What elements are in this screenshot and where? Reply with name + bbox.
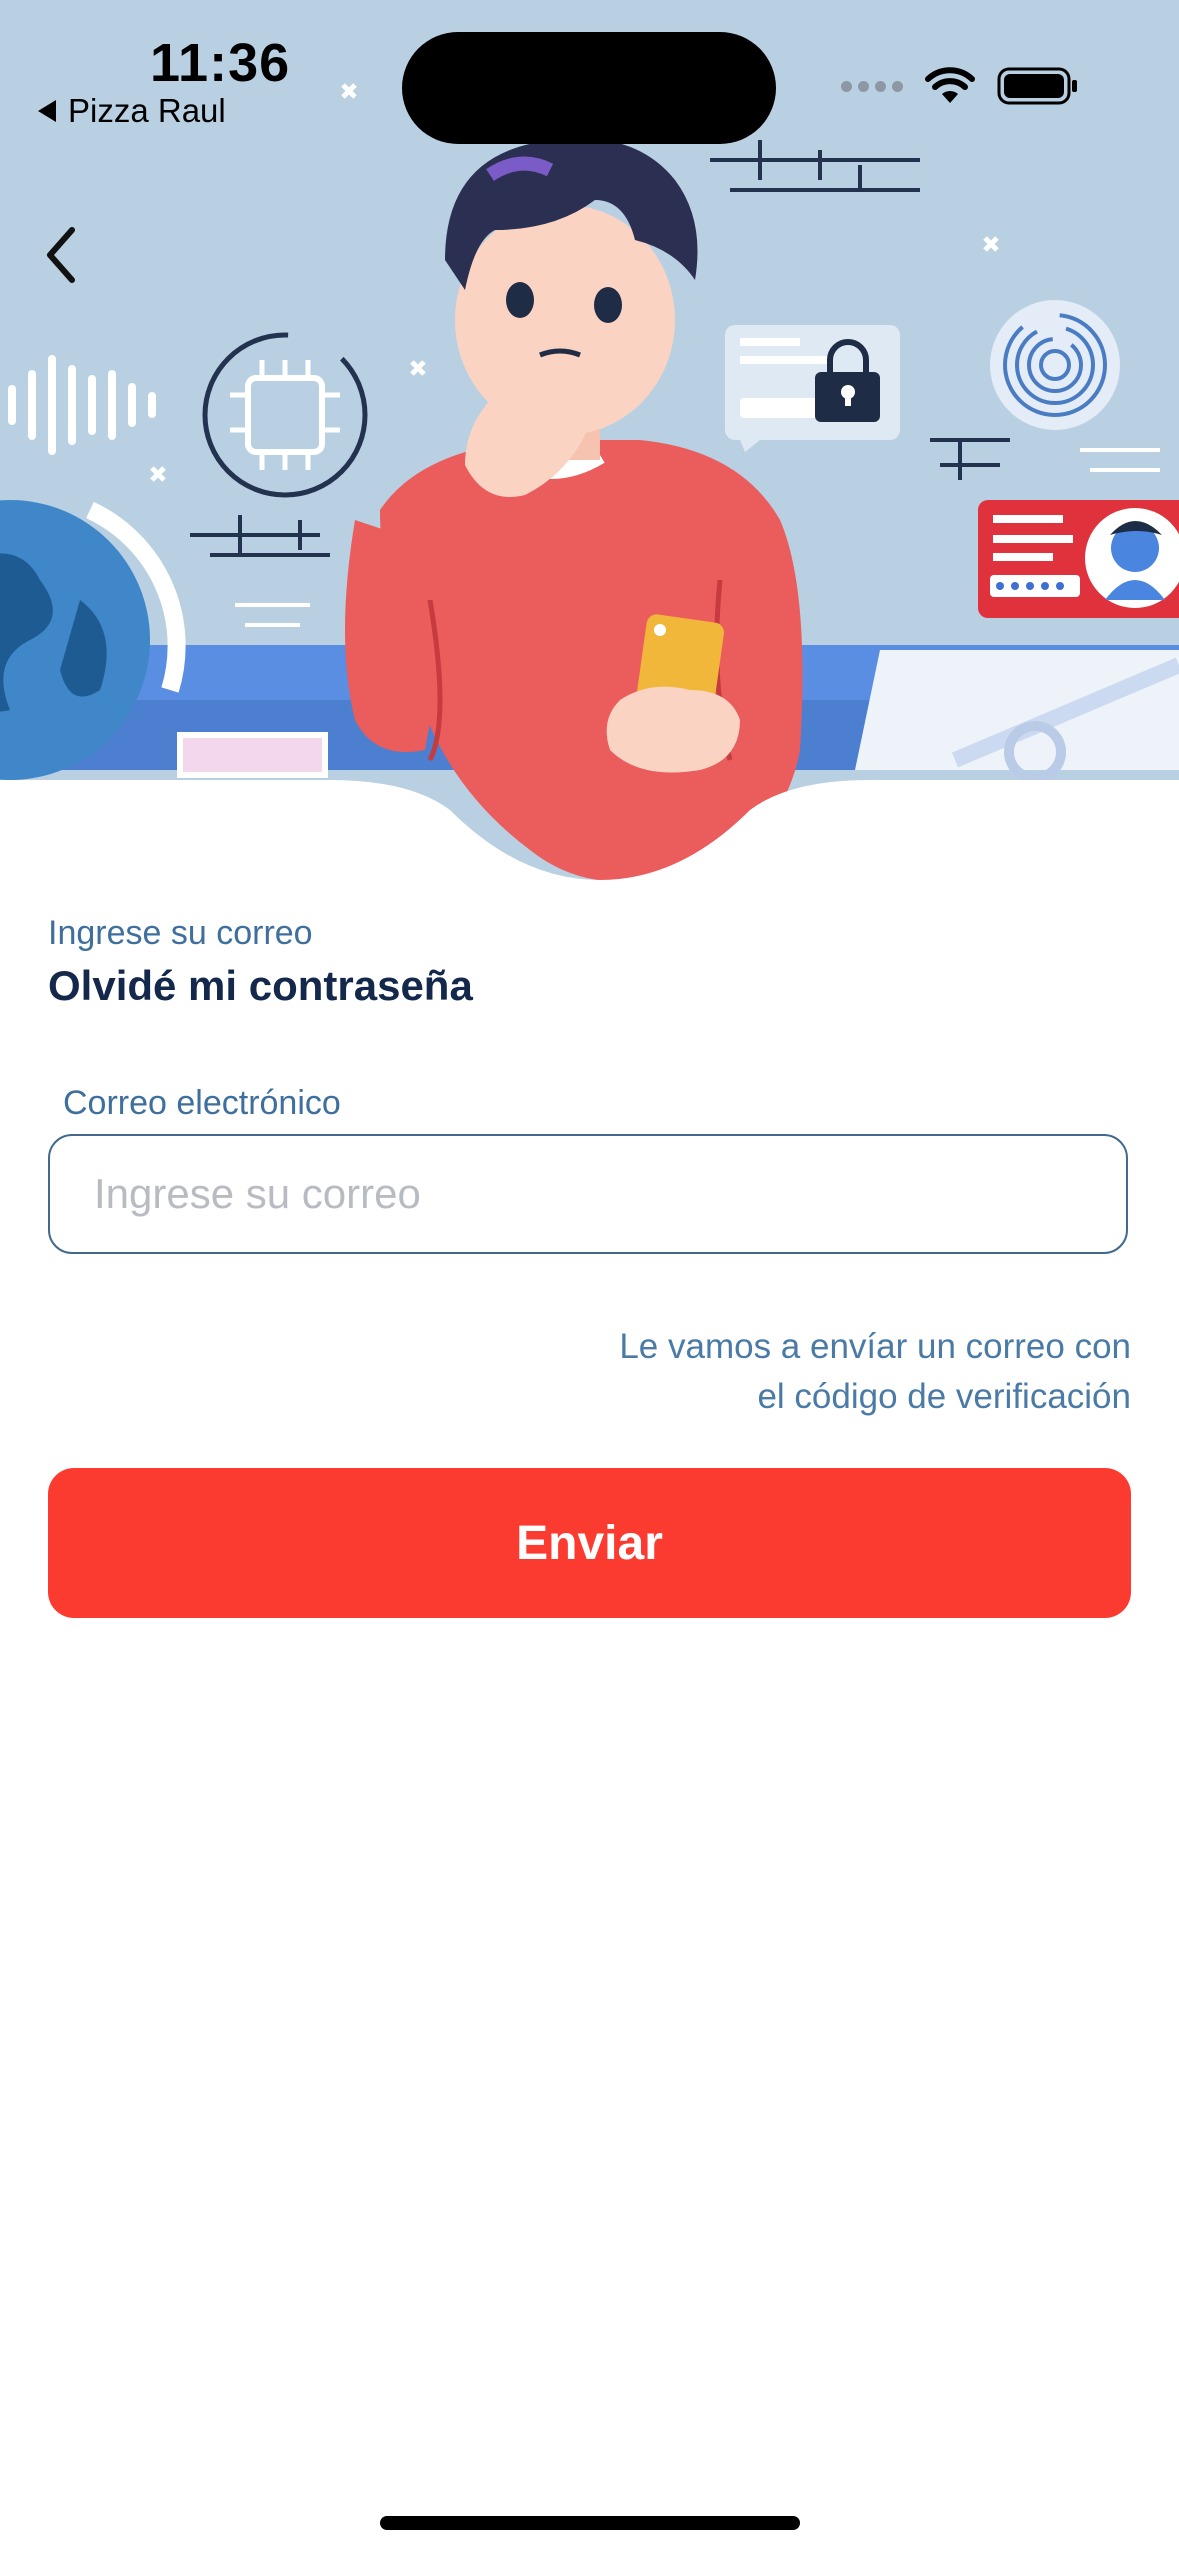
page-title: Olvidé mi contraseña	[48, 962, 473, 1009]
status-bar: 11:36 Pizza Raul	[0, 0, 1179, 144]
form-subtitle: Ingrese su correo	[48, 914, 313, 952]
status-icons	[841, 66, 1079, 106]
home-indicator[interactable]	[380, 2516, 800, 2530]
battery-icon	[997, 67, 1077, 105]
hint-line-2: el código de verificación	[757, 1377, 1131, 1416]
back-app-label: Pizza Raul	[68, 92, 226, 129]
hint-line-1: Le vamos a envíar un correo con	[619, 1327, 1131, 1366]
signal-dots-icon	[841, 80, 903, 92]
send-button[interactable]: Enviar	[48, 1468, 1131, 1618]
wifi-icon	[925, 67, 975, 103]
back-to-app-link[interactable]: Pizza Raul	[38, 92, 226, 130]
back-button[interactable]	[30, 210, 100, 300]
back-triangle-icon	[38, 100, 56, 122]
verification-hint: Le vamos a envíar un correo con el códig…	[431, 1322, 1131, 1422]
status-time: 11:36	[150, 33, 291, 93]
email-field-container	[48, 1134, 1128, 1254]
back-chevron-icon	[47, 227, 75, 283]
email-input[interactable]	[94, 1136, 1074, 1252]
email-field-label: Correo electrónico	[63, 1084, 341, 1122]
dynamic-island	[402, 32, 776, 144]
